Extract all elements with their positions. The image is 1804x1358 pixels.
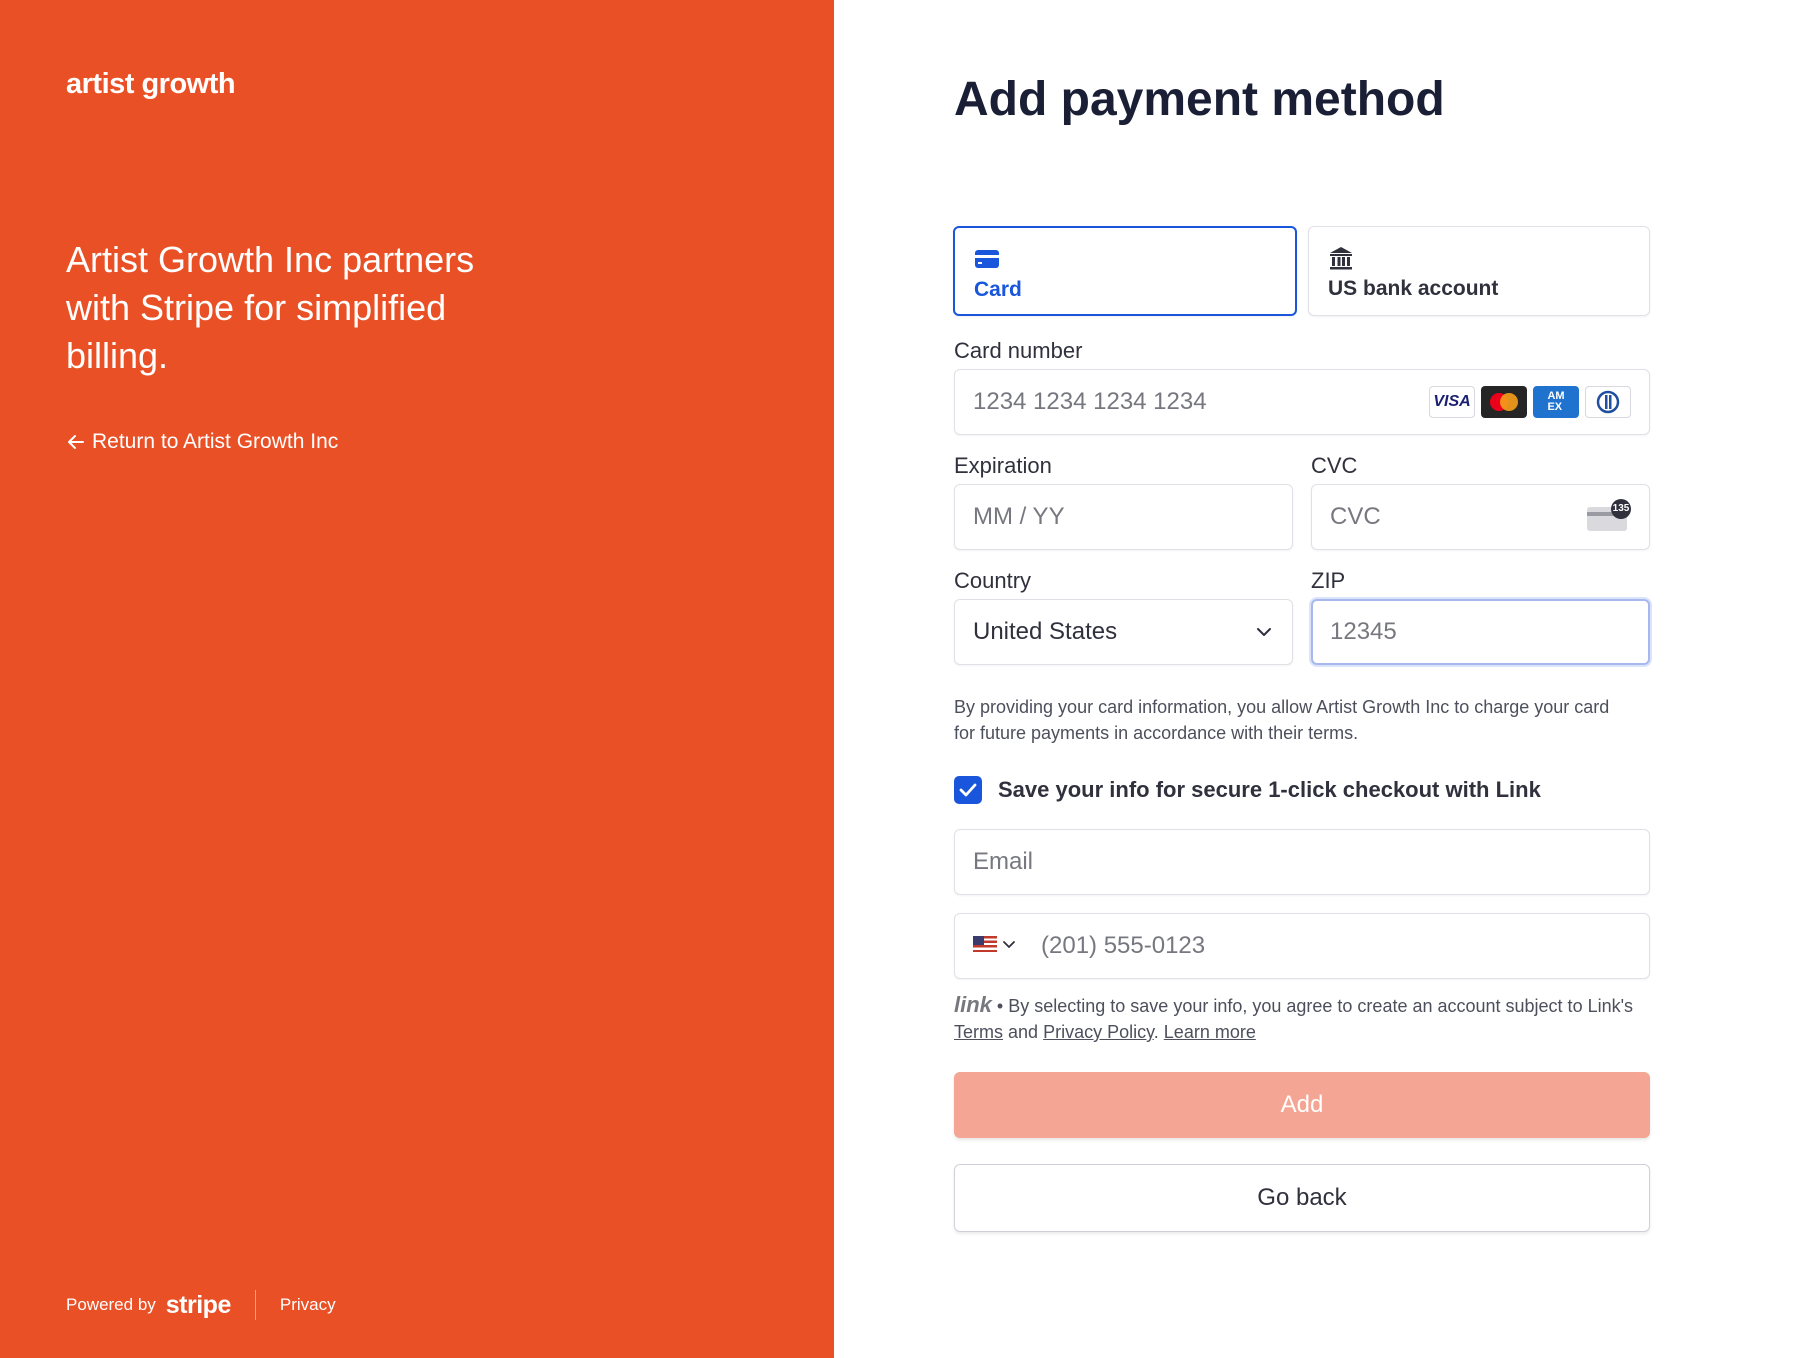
link-consent-note: link • By selecting to save your info, y… <box>954 992 1634 1042</box>
phone-field[interactable] <box>954 913 1650 979</box>
form-panel <box>834 0 1804 1358</box>
country-select[interactable]: United States <box>954 599 1293 665</box>
zip-label: ZIP <box>1311 568 1346 593</box>
link-and-text: and <box>1008 1022 1039 1042</box>
expiration-field[interactable] <box>954 484 1293 550</box>
go-back-button[interactable]: Go back <box>954 1164 1650 1232</box>
email-input[interactable] <box>973 830 1459 894</box>
zip-input[interactable] <box>1330 600 1565 664</box>
return-link-label: Return to Artist Growth Inc <box>92 430 339 453</box>
terms-link[interactable]: Terms <box>954 1022 1003 1042</box>
tab-us-bank-label: US bank account <box>1328 277 1499 300</box>
artist-growth-logo: artist growth <box>66 68 236 100</box>
return-link[interactable]: Return to Artist Growth Inc <box>66 430 338 454</box>
stripe-logo[interactable]: stripe <box>166 1291 232 1320</box>
privacy-link[interactable]: Privacy <box>280 1295 336 1315</box>
tab-card[interactable]: Card <box>953 226 1297 316</box>
phone-country-selector[interactable] <box>973 936 1017 952</box>
link-consent-text: By selecting to save your info, you agre… <box>1008 996 1634 1016</box>
chevron-down-icon <box>1257 628 1271 636</box>
footer: Powered by stripe Privacy <box>66 1290 336 1320</box>
phone-input[interactable] <box>1041 914 1527 978</box>
cvc-input[interactable] <box>1330 485 1566 549</box>
expiration-input[interactable] <box>973 485 1209 549</box>
bank-icon <box>1330 247 1352 270</box>
cvc-hint-icon: 135 <box>1587 499 1631 537</box>
tab-card-label: Card <box>974 278 1022 301</box>
page-title: Add payment method <box>954 73 1445 126</box>
tab-us-bank-account[interactable]: US bank account <box>1308 226 1650 316</box>
email-field[interactable] <box>954 829 1650 895</box>
privacy-policy-link[interactable]: Privacy Policy <box>1043 1022 1154 1042</box>
chevron-down-icon <box>1003 941 1015 949</box>
card-number-field[interactable]: VISA AMEX <box>954 369 1650 435</box>
country-value: United States <box>973 618 1118 645</box>
cvc-field[interactable]: 135 <box>1311 484 1650 550</box>
card-icon <box>975 250 999 268</box>
cvc-hint-number: 135 <box>1611 499 1631 519</box>
visa-icon: VISA <box>1429 386 1475 418</box>
learn-more-link[interactable]: Learn more <box>1164 1022 1256 1042</box>
checkmark-icon <box>959 783 977 797</box>
mastercard-icon <box>1481 386 1527 418</box>
country-label: Country <box>954 568 1032 593</box>
save-info-label[interactable]: Save your info for secure 1-click checko… <box>998 776 1541 804</box>
card-brands: VISA AM EX <box>1429 386 1631 418</box>
link-logo: link <box>954 992 992 1017</box>
card-number-input[interactable] <box>973 370 1459 434</box>
card-number-label: Card number <box>954 338 1083 363</box>
add-button[interactable]: Add <box>954 1072 1650 1138</box>
tagline: Artist Growth Inc partners with Stripe f… <box>66 239 475 376</box>
us-flag-icon <box>973 936 997 952</box>
brand-panel: artist growth Artist Growth Inc partners… <box>0 0 834 1358</box>
footer-divider <box>254 1290 256 1320</box>
expiration-label: Expiration <box>954 453 1052 478</box>
cvc-label: CVC <box>1311 453 1358 478</box>
save-info-checkbox[interactable] <box>954 776 982 804</box>
amex-icon: AM EX <box>1533 386 1579 418</box>
powered-by-label: Powered by <box>66 1295 156 1314</box>
diners-icon <box>1585 386 1631 418</box>
card-authorization-notice: By providing your card information, you … <box>954 697 1610 743</box>
zip-field[interactable] <box>1311 599 1650 665</box>
arrow-left-icon <box>68 435 84 449</box>
